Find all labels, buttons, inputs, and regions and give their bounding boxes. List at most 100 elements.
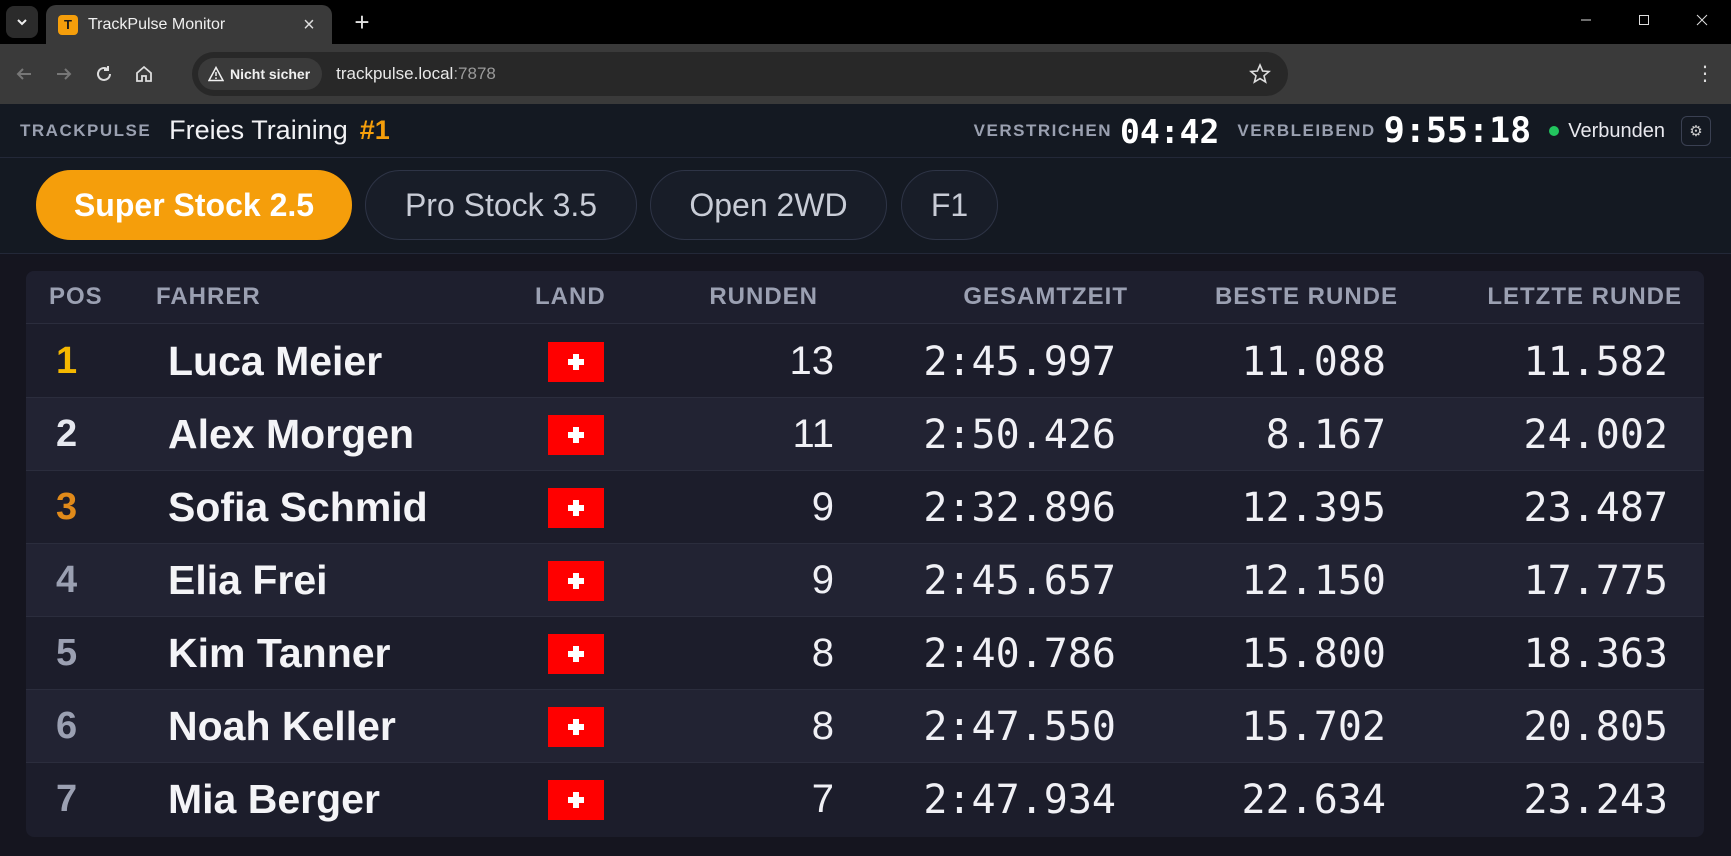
best-lap: 12.395 [1241, 484, 1387, 531]
forward-icon[interactable] [44, 54, 84, 94]
connection-status: Verbunden [1568, 119, 1665, 142]
back-icon[interactable] [4, 54, 44, 94]
remaining-label: VERBLEIBEND [1237, 121, 1376, 140]
security-chip[interactable]: Nicht sicher [198, 58, 323, 90]
driver-name: Alex Morgen [168, 411, 415, 457]
switzerland-flag-icon [548, 780, 604, 820]
browser-toolbar: Nicht sicher trackpulse.local:7878 ⋮ [0, 44, 1731, 104]
total-time: 2:45.657 [923, 557, 1116, 604]
col-total-time: GESAMTZEIT [963, 283, 1128, 310]
laps: 9 [811, 558, 834, 602]
total-time: 2:47.934 [923, 776, 1116, 823]
col-best-lap: BESTE RUNDE [1214, 283, 1398, 310]
close-window-icon[interactable] [1673, 0, 1731, 40]
browser-tab[interactable]: T TrackPulse Monitor × [46, 5, 332, 44]
brand-logo: TRACKPULSE [20, 120, 152, 140]
position: 1 [56, 340, 78, 382]
table-row: 7 Mia Berger 7 2:47.934 22.634 23.243 [26, 763, 1704, 836]
switzerland-flag-icon [548, 342, 604, 382]
col-laps: RUNDEN [709, 283, 818, 310]
driver-name: Elia Frei [168, 557, 328, 603]
table-row: 6 Noah Keller 8 2:47.550 15.702 20.805 [26, 690, 1704, 763]
remaining-time: 9:55:18 [1383, 111, 1532, 151]
position: 6 [56, 705, 78, 747]
session-title: Freies Training [169, 115, 348, 145]
switzerland-flag-icon [548, 634, 604, 674]
favicon: T [58, 14, 78, 35]
best-lap: 8.167 [1265, 411, 1386, 458]
class-tabs: Super Stock 2.5 Pro Stock 3.5 Open 2WD F… [0, 158, 1731, 254]
last-lap: 11.582 [1523, 338, 1669, 385]
tab-title: TrackPulse Monitor [88, 15, 226, 33]
home-icon[interactable] [124, 54, 164, 94]
position: 3 [56, 486, 78, 528]
total-time: 2:45.997 [923, 338, 1116, 385]
tab-f1[interactable]: F1 [901, 170, 998, 240]
position: 5 [56, 632, 78, 674]
chevron-down-icon [17, 19, 27, 26]
address-bar[interactable]: Nicht sicher trackpulse.local:7878 [192, 52, 1288, 96]
connection-dot-icon [1549, 126, 1560, 136]
last-lap: 24.002 [1523, 411, 1669, 458]
total-time: 2:40.786 [923, 630, 1116, 677]
url-port: :7878 [453, 64, 496, 83]
driver-name: Luca Meier [168, 338, 383, 384]
table-row: 1 Luca Meier 13 2:45.997 11.088 11.582 [26, 325, 1704, 398]
laps: 8 [811, 631, 834, 675]
best-lap: 15.800 [1241, 630, 1387, 677]
url-host: trackpulse.local [336, 64, 454, 83]
tab-pro-stock-3-5[interactable]: Pro Stock 3.5 [365, 170, 637, 240]
driver-name: Mia Berger [168, 776, 380, 822]
total-time: 2:32.896 [923, 484, 1116, 531]
close-tab-icon[interactable]: × [298, 15, 320, 35]
col-pos: POS [49, 283, 103, 310]
session-number: #1 [359, 115, 390, 145]
browser-menu-icon[interactable]: ⋮ [1693, 62, 1717, 86]
table-row: 3 Sofia Schmid 9 2:32.896 12.395 23.487 [26, 471, 1704, 544]
laps: 7 [811, 777, 834, 821]
laps: 13 [789, 339, 835, 383]
total-time: 2:47.550 [923, 703, 1116, 750]
col-country: LAND [535, 283, 606, 310]
col-last-lap: LETZTE RUNDE [1487, 283, 1682, 310]
url-text: trackpulse.local:7878 [336, 64, 496, 84]
table-row: 2 Alex Morgen 11 2:50.426 8.167 24.002 [26, 398, 1704, 471]
best-lap: 12.150 [1241, 557, 1387, 604]
session-status: VERSTRICHEN 04:42 VERBLEIBEND 9:55:18 Ve… [974, 104, 1711, 158]
laps: 8 [811, 704, 834, 748]
switzerland-flag-icon [548, 488, 604, 528]
position: 7 [56, 778, 78, 820]
table-header: POS FAHRER LAND RUNDEN GESAMTZEIT BESTE … [26, 271, 1704, 324]
laps: 9 [811, 485, 834, 529]
table-row: 4 Elia Frei 9 2:45.657 12.150 17.775 [26, 544, 1704, 617]
window-controls [1557, 0, 1731, 40]
maximize-icon[interactable] [1615, 0, 1673, 40]
bookmark-star-icon[interactable] [1248, 62, 1272, 86]
table-row: 5 Kim Tanner 8 2:40.786 15.800 18.363 [26, 617, 1704, 690]
last-lap: 17.775 [1523, 557, 1669, 604]
driver-name: Kim Tanner [168, 630, 391, 676]
last-lap: 18.363 [1523, 630, 1669, 677]
new-tab-button[interactable]: + [346, 6, 378, 38]
results-table: POS FAHRER LAND RUNDEN GESAMTZEIT BESTE … [26, 271, 1704, 837]
reload-icon[interactable] [84, 54, 124, 94]
tab-super-stock-2-5[interactable]: Super Stock 2.5 [36, 170, 352, 240]
switzerland-flag-icon [548, 415, 604, 455]
app-header: TRACKPULSE Freies Training #1 VERSTRICHE… [0, 104, 1731, 158]
driver-name: Noah Keller [168, 703, 396, 749]
switzerland-flag-icon [548, 707, 604, 747]
browser-tabstrip: T TrackPulse Monitor × + [0, 0, 1731, 44]
tab-open-2wd[interactable]: Open 2WD [650, 170, 887, 240]
total-time: 2:50.426 [923, 411, 1116, 458]
driver-name: Sofia Schmid [168, 484, 428, 530]
last-lap: 20.805 [1523, 703, 1669, 750]
switzerland-flag-icon [548, 561, 604, 601]
tab-search-button[interactable] [6, 6, 38, 38]
minimize-icon[interactable] [1557, 0, 1615, 40]
best-lap: 15.702 [1241, 703, 1387, 750]
last-lap: 23.487 [1523, 484, 1669, 531]
settings-button[interactable]: ⚙ [1681, 116, 1711, 146]
gear-icon: ⚙ [1689, 123, 1703, 140]
security-label: Nicht sicher [230, 66, 311, 82]
col-driver: FAHRER [156, 283, 261, 310]
